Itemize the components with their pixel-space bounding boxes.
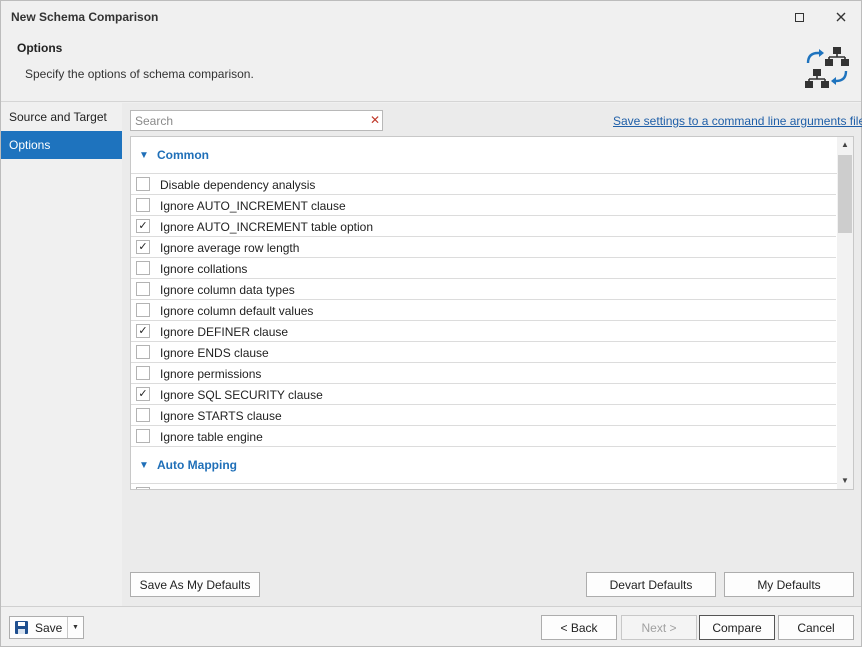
option-row[interactable]: Ignore permissions	[131, 363, 836, 384]
checkmark-icon: ✓	[138, 219, 148, 232]
my-defaults-button[interactable]: My Defaults	[724, 572, 854, 597]
title-bar: New Schema Comparison	[1, 1, 861, 33]
back-button[interactable]: < Back	[541, 615, 617, 640]
option-checkbox[interactable]	[136, 303, 150, 317]
chevron-down-icon: ▼	[139, 149, 149, 161]
option-label: Ignore collations	[160, 262, 248, 276]
group-label: Auto Mapping	[157, 458, 237, 472]
option-label: Ignore SQL SECURITY clause	[160, 388, 323, 402]
option-row[interactable]: ✓ Ignore AUTO_INCREMENT table option	[131, 216, 836, 237]
group-header-common[interactable]: ▼ Common	[131, 137, 853, 173]
wizard-sidebar: Source and Target Options	[1, 103, 122, 606]
option-row[interactable]: ✓ Ignore DEFINER clause	[131, 321, 836, 342]
devart-defaults-button[interactable]: Devart Defaults	[586, 572, 716, 597]
vertical-scrollbar[interactable]: ▲ ▼	[837, 137, 853, 489]
sidebar-item-options[interactable]: Options	[1, 131, 122, 159]
option-checkbox[interactable]	[136, 198, 150, 212]
option-row[interactable]	[131, 484, 836, 489]
option-row[interactable]: Ignore AUTO_INCREMENT clause	[131, 195, 836, 216]
option-checkbox[interactable]	[136, 429, 150, 443]
option-label: Ignore STARTS clause	[160, 409, 282, 423]
option-label: Ignore AUTO_INCREMENT table option	[160, 220, 373, 234]
search-input[interactable]	[135, 113, 360, 128]
common-options: Disable dependency analysis Ignore AUTO_…	[131, 173, 853, 447]
chevron-down-icon: ▼	[139, 459, 149, 471]
option-checkbox[interactable]	[136, 177, 150, 191]
window-title: New Schema Comparison	[11, 10, 159, 24]
option-row[interactable]: Disable dependency analysis	[131, 174, 836, 195]
scroll-down-icon[interactable]: ▼	[837, 473, 853, 489]
option-row[interactable]: Ignore column default values	[131, 300, 836, 321]
save-label: Save	[35, 621, 63, 635]
option-row[interactable]: Ignore collations	[131, 258, 836, 279]
option-checkbox[interactable]	[136, 487, 150, 489]
option-label: Ignore column default values	[160, 304, 314, 318]
checkmark-icon: ✓	[138, 240, 148, 253]
option-checkbox[interactable]: ✓	[136, 324, 150, 338]
footer-bar: Save ▼ < Back Next > Compare Cancel	[1, 606, 861, 646]
option-row[interactable]: ✓ Ignore average row length	[131, 237, 836, 258]
option-checkbox[interactable]	[136, 282, 150, 296]
sidebar-item-source-and-target[interactable]: Source and Target	[1, 103, 122, 131]
option-label: Disable dependency analysis	[160, 178, 316, 192]
options-list: ▼ Common Disable dependency analysis Ign…	[130, 136, 854, 490]
page-title: Options	[17, 41, 63, 55]
save-button[interactable]: Save	[10, 617, 67, 638]
option-label: Ignore ENDS clause	[160, 346, 269, 360]
option-checkbox[interactable]: ✓	[136, 387, 150, 401]
option-label: Ignore permissions	[160, 367, 262, 381]
option-label: Ignore average row length	[160, 241, 300, 255]
clear-search-icon[interactable]: ✕	[369, 113, 381, 127]
maximize-button[interactable]	[785, 5, 813, 29]
option-label: Ignore AUTO_INCREMENT clause	[160, 199, 346, 213]
group-label: Common	[157, 148, 209, 162]
close-icon	[836, 12, 846, 22]
option-checkbox[interactable]	[136, 366, 150, 380]
option-row[interactable]: ✓ Ignore SQL SECURITY clause	[131, 384, 836, 405]
option-row[interactable]: Ignore STARTS clause	[131, 405, 836, 426]
floppy-disk-icon	[15, 621, 28, 634]
save-as-my-defaults-button[interactable]: Save As My Defaults	[130, 572, 260, 597]
option-label: Ignore column data types	[160, 283, 295, 297]
next-button[interactable]: Next >	[621, 615, 697, 640]
schema-compare-icon	[805, 47, 849, 88]
cancel-button[interactable]: Cancel	[778, 615, 854, 640]
checkmark-icon: ✓	[138, 387, 148, 400]
checkmark-icon: ✓	[138, 324, 148, 337]
page-subtitle: Specify the options of schema comparison…	[25, 67, 254, 81]
compare-button[interactable]: Compare	[699, 615, 775, 640]
option-checkbox[interactable]	[136, 345, 150, 359]
scrollbar-thumb[interactable]	[838, 155, 852, 233]
group-header-auto-mapping[interactable]: ▼ Auto Mapping	[131, 447, 853, 483]
maximize-icon	[794, 12, 804, 22]
schema-comparison-dialog: New Schema Comparison Options Specify th…	[0, 0, 862, 647]
auto-mapping-options	[131, 483, 853, 489]
scroll-up-icon[interactable]: ▲	[837, 137, 853, 153]
chevron-down-icon[interactable]: ▼	[68, 617, 83, 638]
search-box: ✕	[130, 110, 383, 131]
save-settings-link[interactable]: Save settings to a command line argument…	[613, 114, 862, 128]
option-label: Ignore table engine	[160, 430, 263, 444]
save-split-button: Save ▼	[9, 616, 84, 639]
option-row[interactable]: Ignore ENDS clause	[131, 342, 836, 363]
option-row[interactable]: Ignore column data types	[131, 279, 836, 300]
option-checkbox[interactable]: ✓	[136, 240, 150, 254]
page-header: Options Specify the options of schema co…	[1, 33, 861, 102]
options-content: ✕ Save settings to a command line argume…	[122, 103, 862, 606]
close-button[interactable]	[827, 5, 855, 29]
option-label: Ignore DEFINER clause	[160, 325, 289, 339]
option-checkbox[interactable]: ✓	[136, 219, 150, 233]
option-row[interactable]: Ignore table engine	[131, 426, 836, 447]
option-checkbox[interactable]	[136, 261, 150, 275]
option-checkbox[interactable]	[136, 408, 150, 422]
